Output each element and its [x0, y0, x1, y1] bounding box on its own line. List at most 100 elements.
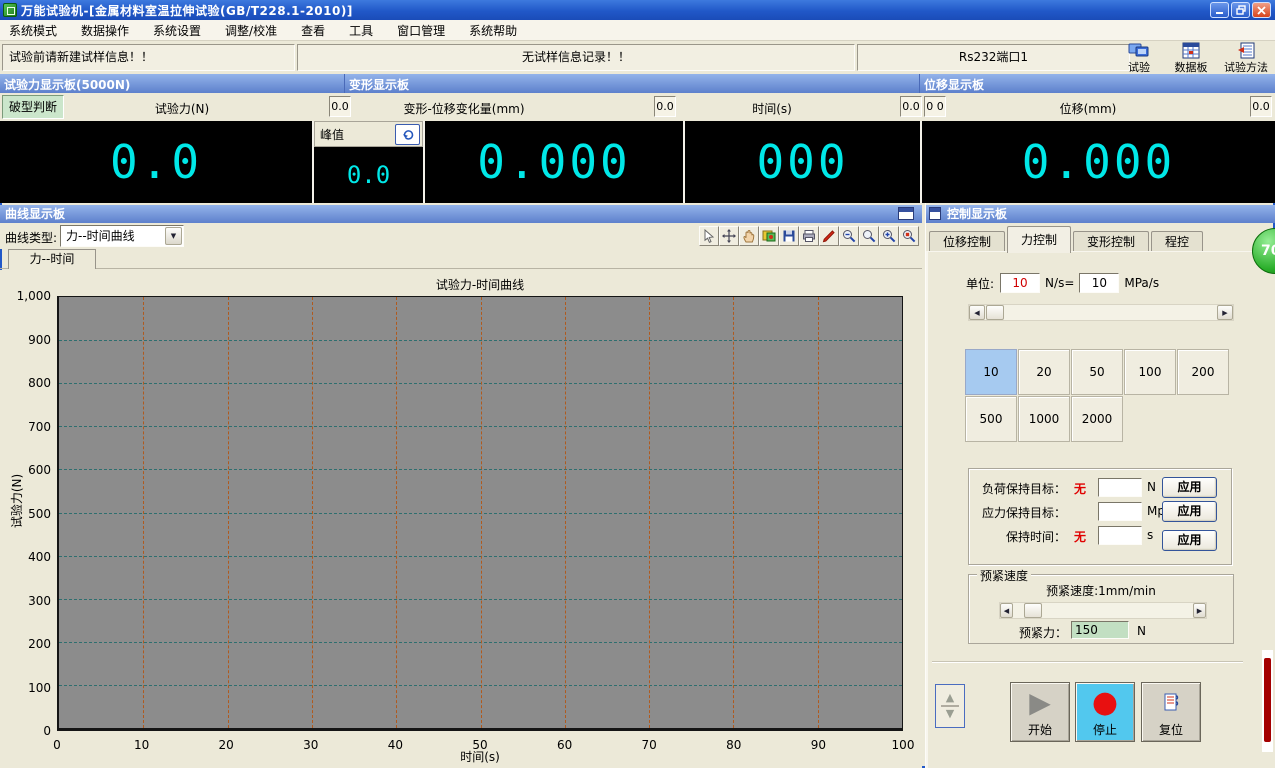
test-method-icon [1219, 42, 1273, 60]
reset-icon [1161, 683, 1181, 721]
y-tick-label: 600 [28, 463, 51, 477]
save-icon[interactable] [779, 226, 799, 246]
load-hold-flag: 无 [1069, 480, 1091, 497]
arrow-down-icon: ▼ [946, 709, 954, 719]
rate-scroll-thumb[interactable] [986, 305, 1004, 320]
rate-mid-label: N/s= [1045, 276, 1074, 290]
curve-type-select[interactable]: 力--时间曲线 ▼ [60, 225, 184, 247]
close-button[interactable] [1252, 2, 1271, 18]
force-panel-header: 试验力显示板(5000N) [0, 74, 345, 93]
tab-force-control[interactable]: 力控制 [1007, 226, 1071, 253]
curve-tab-row: 力--时间 [0, 249, 922, 269]
y-tick-label: 900 [28, 333, 51, 347]
info-row: 试验前请新建试样信息！！ 无试样信息记录！！ Rs232端口1 试验 数据板 试… [0, 41, 1275, 74]
cursor-icon[interactable] [699, 226, 719, 246]
arrow-up-icon: ▲ [946, 693, 954, 703]
time-hold-label: 保持时间： [969, 528, 1066, 545]
stress-hold-label: 应力保持目标： [969, 504, 1066, 521]
plot-wrap: 1,00090080070060050040030020010000102030… [57, 296, 903, 731]
rate-mpa-input[interactable]: 10 [1079, 273, 1119, 293]
pretension-scroll-thumb[interactable] [1024, 603, 1042, 618]
menu-view[interactable]: 查看 [301, 22, 325, 39]
tab-force-time[interactable]: 力--时间 [8, 249, 96, 269]
hand-icon[interactable] [739, 226, 759, 246]
zoom-icon[interactable] [859, 226, 879, 246]
scroll-right-icon[interactable]: ▶ [1217, 305, 1233, 320]
menu-system-mode[interactable]: 系统模式 [9, 22, 57, 39]
rate-n-input[interactable]: 10 [1000, 273, 1040, 293]
time-hold-input[interactable] [1098, 526, 1142, 545]
data-board-button[interactable]: 数据板 [1167, 42, 1215, 74]
displacement-label: 位移(mm) [1060, 100, 1117, 117]
speed-preset-500[interactable]: 500 [965, 396, 1017, 442]
rate-label: 单位: [966, 275, 994, 292]
time-aux-value: 0.0 [900, 96, 922, 117]
y-axis-label: 试验力(N) [8, 456, 22, 546]
speed-preset-20[interactable]: 20 [1018, 349, 1070, 395]
reset-button[interactable]: 复位 [1141, 682, 1201, 742]
minimize-button[interactable] [1210, 2, 1229, 18]
restore-button[interactable] [1231, 2, 1250, 18]
print-icon[interactable] [799, 226, 819, 246]
pretension-force-input[interactable]: 150 [1071, 621, 1129, 639]
panel-icon [929, 207, 941, 220]
displacement-display: 0.000 [922, 121, 1275, 203]
zoom-out-icon[interactable] [839, 226, 859, 246]
maximize-panel-icon[interactable] [898, 207, 914, 220]
zoom-window-icon[interactable] [899, 226, 919, 246]
start-button[interactable]: ▶ 开始 [1010, 682, 1070, 742]
time-hold-row: 保持时间： 无 s 应用 [969, 526, 1231, 546]
load-hold-input[interactable] [1098, 478, 1142, 497]
copy-image-icon[interactable] [759, 226, 779, 246]
pan-icon[interactable] [719, 226, 739, 246]
stress-hold-row: 应力保持目标： Mpa 应用 [969, 502, 1231, 522]
break-judge-button[interactable]: 破型判断 [2, 95, 64, 119]
deform-panel-header: 变形显示板 [345, 74, 920, 93]
pretension-group: 预紧速度 预紧速度:1mm/min ◀ ▶ 预紧力： 150 N [968, 574, 1234, 644]
load-apply-button[interactable]: 应用 [1162, 477, 1217, 498]
v-gridline [818, 297, 819, 728]
scroll-left-icon[interactable]: ◀ [969, 305, 985, 320]
title-bar: 万能试验机-[金属材料室温拉伸试验(GB/T228.1-2010)] [0, 0, 1275, 20]
menu-system-help[interactable]: 系统帮助 [469, 22, 517, 39]
test-button[interactable]: 试验 [1115, 42, 1163, 74]
display-label-row: 破型判断 试验力(N) 0.0 变形-位移变化量(mm) 0.0 时间(s) 0… [0, 93, 1275, 121]
tab-deform-control[interactable]: 变形控制 [1073, 231, 1149, 253]
menu-window-manage[interactable]: 窗口管理 [397, 22, 445, 39]
zoom-in-icon[interactable] [879, 226, 899, 246]
stress-apply-button[interactable]: 应用 [1162, 501, 1217, 522]
menu-data-ops[interactable]: 数据操作 [81, 22, 129, 39]
menu-tools[interactable]: 工具 [349, 22, 373, 39]
tab-displacement-control[interactable]: 位移控制 [929, 231, 1005, 253]
pen-icon[interactable] [819, 226, 839, 246]
pretension-scrollbar[interactable]: ◀ ▶ [999, 602, 1207, 619]
peak-reset-button[interactable] [395, 124, 420, 145]
control-content: 单位: 10 N/s= 10 MPa/s ◀ ▶ 10 20 50 100 20… [926, 251, 1275, 768]
speed-preset-10[interactable]: 10 [965, 349, 1017, 395]
speed-preset-100[interactable]: 100 [1124, 349, 1176, 395]
v-gridline [228, 297, 229, 728]
speed-preset-200[interactable]: 200 [1177, 349, 1229, 395]
y-tick-label: 300 [28, 594, 51, 608]
tab-program-control[interactable]: 程控 [1151, 231, 1203, 253]
rate-scrollbar[interactable]: ◀ ▶ [968, 304, 1234, 321]
deform-display: 0.000 [425, 121, 683, 203]
curve-type-label: 曲线类型: [5, 229, 57, 246]
speed-preset-1000[interactable]: 1000 [1018, 396, 1070, 442]
speed-preset-2000[interactable]: 2000 [1071, 396, 1123, 442]
scroll-left-icon[interactable]: ◀ [1000, 603, 1013, 618]
menu-adjust-calibrate[interactable]: 调整/校准 [225, 22, 277, 39]
peak-label: 峰值 [320, 128, 344, 142]
time-apply-button[interactable]: 应用 [1162, 530, 1217, 551]
scroll-right-icon[interactable]: ▶ [1193, 603, 1206, 618]
test-method-button[interactable]: 试验方法 [1219, 42, 1273, 74]
stress-hold-input[interactable] [1098, 502, 1142, 521]
record-notice-box: 无试样信息记录！！ [297, 44, 855, 71]
chart-title: 试验力-时间曲线 [57, 276, 903, 293]
menu-system-settings[interactable]: 系统设置 [153, 22, 201, 39]
stop-button[interactable]: ● 停止 [1075, 682, 1135, 742]
speed-preset-50[interactable]: 50 [1071, 349, 1123, 395]
time-hold-unit: s [1147, 528, 1153, 542]
chevron-down-icon[interactable]: ▼ [165, 227, 182, 245]
jog-button[interactable]: ▲ ▼ [935, 684, 965, 728]
